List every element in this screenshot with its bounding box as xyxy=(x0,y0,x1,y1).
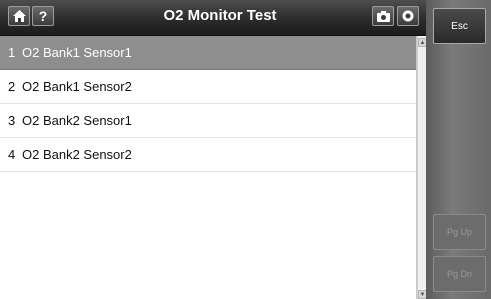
list-item-label: O2 Bank1 Sensor2 xyxy=(22,79,132,94)
esc-button[interactable]: Esc xyxy=(433,8,486,44)
title-bar: ? O2 Monitor Test xyxy=(0,0,426,36)
record-button[interactable] xyxy=(397,6,419,26)
list-item-label: O2 Bank2 Sensor1 xyxy=(22,113,132,128)
list-item-number: 1 xyxy=(8,45,16,60)
list-item[interactable]: 2 O2 Bank1 Sensor2 xyxy=(0,70,416,104)
list-item-number: 4 xyxy=(8,147,16,162)
page-down-button[interactable]: Pg Dn xyxy=(433,256,486,292)
list-item-number: 3 xyxy=(8,113,16,128)
home-button[interactable] xyxy=(8,6,30,26)
home-icon xyxy=(12,10,26,22)
record-icon xyxy=(402,10,414,22)
list-item-label: O2 Bank2 Sensor2 xyxy=(22,147,132,162)
list-item[interactable]: 4 O2 Bank2 Sensor2 xyxy=(0,138,416,172)
help-icon: ? xyxy=(38,8,48,24)
camera-icon xyxy=(376,10,390,22)
app-window: ? O2 Monitor Test 1 O2 Bank1 Sensor1 2 O… xyxy=(0,0,491,299)
list-item[interactable]: 3 O2 Bank2 Sensor1 xyxy=(0,104,416,138)
screenshot-button[interactable] xyxy=(372,6,394,26)
sensor-list: 1 O2 Bank1 Sensor1 2 O2 Bank1 Sensor2 3 … xyxy=(0,36,417,299)
list-item-label: O2 Bank1 Sensor1 xyxy=(22,45,132,60)
page-up-button[interactable]: Pg Up xyxy=(433,214,486,250)
side-panel: Esc Pg Up Pg Dn xyxy=(426,0,491,299)
page-title: O2 Monitor Test xyxy=(163,7,277,24)
help-button[interactable]: ? xyxy=(32,6,54,26)
list-item[interactable]: 1 O2 Bank1 Sensor1 xyxy=(0,36,416,70)
list-item-number: 2 xyxy=(8,79,16,94)
